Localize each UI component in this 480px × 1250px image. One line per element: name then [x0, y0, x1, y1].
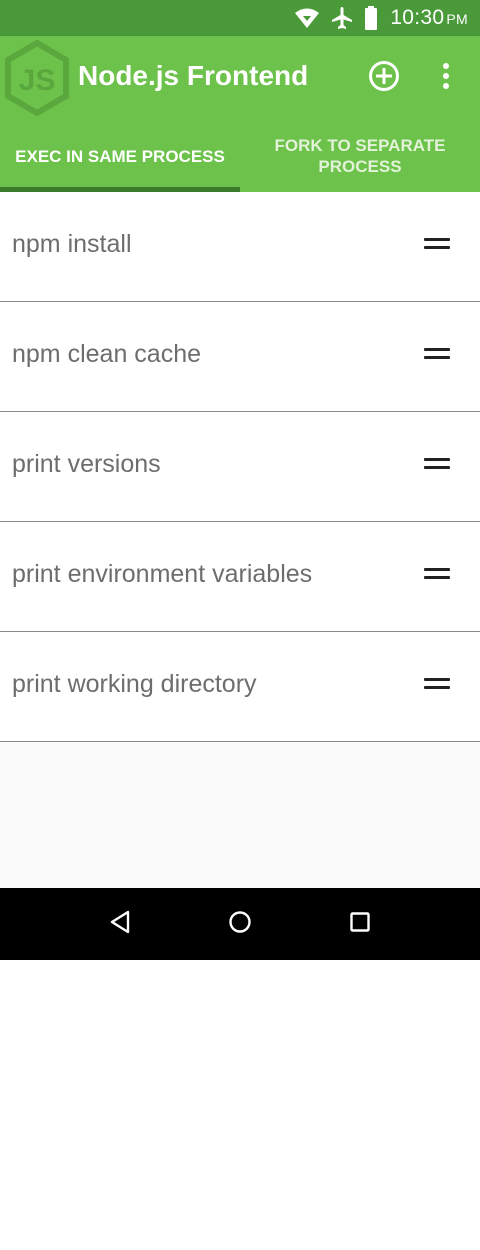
recents-button[interactable]: [340, 904, 380, 944]
home-icon: [228, 910, 252, 939]
device-screen: 10:30 PM JS Node.js Frontend EXEC IN SAM…: [0, 0, 480, 960]
list-item-print-versions[interactable]: print versions: [0, 412, 480, 522]
airplane-mode-icon: [330, 0, 354, 36]
status-time: 10:30 PM: [390, 6, 468, 29]
tab-fork-separate-process[interactable]: FORK TO SEPARATE PROCESS: [240, 120, 480, 192]
back-button[interactable]: [100, 904, 140, 944]
recents-icon: [349, 911, 371, 938]
list-item-print-working-directory[interactable]: print working directory: [0, 632, 480, 742]
command-label: print environment variables: [12, 560, 313, 588]
status-ampm: PM: [446, 11, 468, 27]
command-label: print working directory: [12, 670, 257, 698]
nodejs-logo-icon: JS: [4, 39, 70, 117]
home-button[interactable]: [220, 904, 260, 944]
drag-handle-icon[interactable]: [424, 678, 450, 692]
command-label: npm install: [12, 230, 132, 258]
drag-handle-icon[interactable]: [424, 348, 450, 362]
tab-label: EXEC IN SAME PROCESS: [15, 146, 225, 166]
toolbar: JS Node.js Frontend: [0, 36, 480, 120]
wifi-icon: [294, 0, 320, 36]
list-item-npm-install[interactable]: npm install: [0, 192, 480, 302]
drag-handle-icon[interactable]: [424, 458, 450, 472]
drag-handle-icon[interactable]: [424, 568, 450, 582]
tab-bar: EXEC IN SAME PROCESS FORK TO SEPARATE PR…: [0, 120, 480, 192]
app-title: Node.js Frontend: [78, 60, 309, 91]
tab-label: FORK TO SEPARATE PROCESS: [274, 136, 446, 176]
overflow-menu-button[interactable]: [426, 58, 466, 98]
battery-icon: [364, 0, 378, 36]
back-icon: [109, 910, 131, 939]
drag-handle-icon[interactable]: [424, 238, 450, 252]
more-vert-icon: [442, 62, 450, 95]
logo-text: JS: [19, 64, 56, 97]
app-bar: JS Node.js Frontend EXEC IN SAME PROCESS…: [0, 36, 480, 192]
status-bar: 10:30 PM: [0, 0, 480, 36]
add-circle-icon: [368, 60, 400, 97]
command-label: print versions: [12, 450, 161, 478]
tab-exec-same-process[interactable]: EXEC IN SAME PROCESS: [0, 120, 240, 192]
system-nav-bar: [0, 888, 480, 960]
command-label: npm clean cache: [12, 340, 202, 368]
list-item-npm-clean-cache[interactable]: npm clean cache: [0, 302, 480, 412]
list-item-print-environment-variables[interactable]: print environment variables: [0, 522, 480, 632]
command-list: npm install npm clean cache print versio…: [0, 192, 480, 742]
add-command-button[interactable]: [364, 58, 404, 98]
